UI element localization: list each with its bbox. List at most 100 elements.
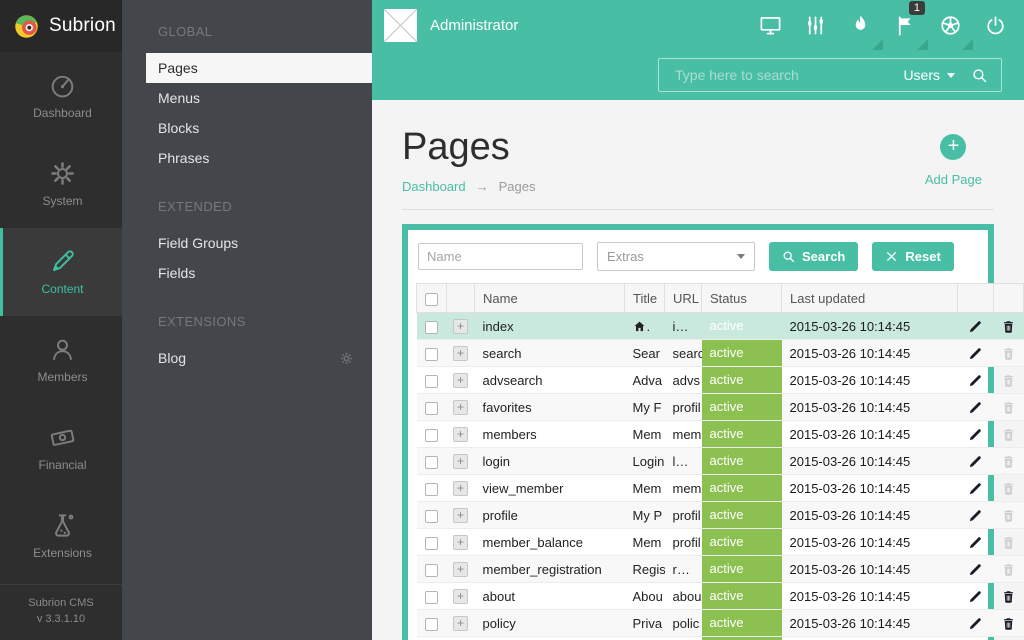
avatar[interactable] bbox=[384, 9, 417, 42]
row-checkbox[interactable] bbox=[425, 537, 438, 550]
menu-item-phrases[interactable]: Phrases bbox=[122, 143, 372, 173]
display-icon[interactable] bbox=[748, 0, 793, 50]
edit-icon[interactable] bbox=[968, 535, 983, 550]
menu-item-blocks[interactable]: Blocks bbox=[122, 113, 372, 143]
sliders-icon[interactable] bbox=[793, 0, 838, 50]
cell-url: mem bbox=[665, 475, 702, 502]
select-all-checkbox[interactable] bbox=[425, 293, 438, 306]
power-icon[interactable] bbox=[973, 0, 1018, 50]
expand-row-button[interactable]: + bbox=[453, 481, 468, 496]
cell-status: active bbox=[702, 313, 782, 340]
expand-row-button[interactable]: + bbox=[453, 535, 468, 550]
row-checkbox[interactable] bbox=[425, 375, 438, 388]
trash-icon[interactable] bbox=[1001, 319, 1016, 334]
breadcrumb: Dashboard → Pages bbox=[402, 179, 994, 194]
row-checkbox[interactable] bbox=[425, 321, 438, 334]
expand-row-button[interactable]: + bbox=[453, 346, 468, 361]
row-checkbox[interactable] bbox=[425, 510, 438, 523]
cell-select bbox=[417, 610, 447, 637]
cell-name: view_member bbox=[475, 475, 625, 502]
table-row: +favoritesMy Fprofilactive2015-03-26 10:… bbox=[417, 394, 1024, 421]
row-checkbox[interactable] bbox=[425, 483, 438, 496]
cell-edit bbox=[958, 313, 994, 340]
edit-icon[interactable] bbox=[968, 373, 983, 388]
brand-logo[interactable]: Subrion bbox=[0, 0, 122, 52]
cell-edit bbox=[958, 340, 994, 367]
globe-icon[interactable] bbox=[928, 0, 973, 50]
trash-icon[interactable] bbox=[1001, 616, 1016, 631]
subrion-logo-icon bbox=[13, 13, 40, 40]
expand-row-button[interactable]: + bbox=[453, 616, 468, 631]
filter-name-input[interactable] bbox=[418, 243, 583, 270]
column-header-blank bbox=[994, 284, 1024, 313]
edit-icon[interactable] bbox=[968, 589, 983, 604]
edit-icon[interactable] bbox=[968, 508, 983, 523]
expand-row-button[interactable]: + bbox=[453, 373, 468, 388]
search-input[interactable] bbox=[659, 67, 903, 83]
row-checkbox[interactable] bbox=[425, 618, 438, 631]
cell-delete bbox=[994, 637, 1024, 640]
edit-icon[interactable] bbox=[968, 562, 983, 577]
cell-edit bbox=[958, 394, 994, 421]
menu-item-field-groups[interactable]: Field Groups bbox=[122, 228, 372, 258]
expand-row-button[interactable]: + bbox=[453, 454, 468, 469]
row-checkbox[interactable] bbox=[425, 591, 438, 604]
flame-icon[interactable] bbox=[838, 0, 883, 50]
row-checkbox[interactable] bbox=[425, 564, 438, 577]
dropdown-caret bbox=[962, 39, 973, 50]
add-page-button[interactable]: + Add Page bbox=[925, 134, 982, 187]
expand-row-button[interactable]: + bbox=[453, 562, 468, 577]
trash-icon[interactable] bbox=[1001, 589, 1016, 604]
breadcrumb-dashboard-link[interactable]: Dashboard bbox=[402, 179, 466, 194]
menu-item-fields[interactable]: Fields bbox=[122, 258, 372, 288]
close-icon bbox=[885, 250, 898, 263]
edit-icon[interactable] bbox=[968, 319, 983, 334]
filter-extras-select[interactable]: Extras bbox=[597, 242, 755, 271]
expand-row-button[interactable]: + bbox=[453, 319, 468, 334]
menu-item-blog[interactable]: Blog bbox=[122, 343, 372, 373]
menu-item-menus[interactable]: Menus bbox=[122, 83, 372, 113]
blog-settings-gear-icon[interactable] bbox=[339, 351, 354, 366]
sidebar-item-content[interactable]: Content bbox=[0, 228, 122, 316]
column-header-blank bbox=[958, 284, 994, 313]
expand-row-button[interactable]: + bbox=[453, 508, 468, 523]
expand-row-button[interactable]: + bbox=[453, 589, 468, 604]
sidebar-item-system[interactable]: System bbox=[0, 140, 122, 228]
edit-icon[interactable] bbox=[968, 427, 983, 442]
sidebar-item-dashboard[interactable]: Dashboard bbox=[0, 52, 122, 140]
sidebar-item-extensions[interactable]: Extensions bbox=[0, 492, 122, 580]
topbar-search-row: Users bbox=[372, 50, 1024, 100]
edit-icon[interactable] bbox=[968, 454, 983, 469]
gear-icon bbox=[49, 160, 76, 187]
search-button[interactable]: Search bbox=[769, 242, 858, 271]
reset-button[interactable]: Reset bbox=[872, 242, 953, 271]
user-name[interactable]: Administrator bbox=[430, 17, 518, 34]
expand-row-button[interactable]: + bbox=[453, 400, 468, 415]
menu-item-label: Menus bbox=[158, 83, 200, 113]
edit-icon[interactable] bbox=[968, 346, 983, 361]
edit-icon[interactable] bbox=[968, 400, 983, 415]
cell-url: t… bbox=[665, 637, 702, 640]
cell-expand: + bbox=[447, 583, 475, 610]
sidebar-item-financial[interactable]: Financial bbox=[0, 404, 122, 492]
row-checkbox[interactable] bbox=[425, 429, 438, 442]
search-icon bbox=[782, 250, 795, 263]
edit-icon[interactable] bbox=[968, 616, 983, 631]
edit-icon[interactable] bbox=[968, 481, 983, 496]
search-icon[interactable] bbox=[971, 67, 988, 84]
flag-icon[interactable]: 1 bbox=[883, 0, 928, 50]
cell-delete bbox=[994, 475, 1024, 502]
cell-edit bbox=[958, 556, 994, 583]
search-scope-dropdown[interactable]: Users bbox=[903, 67, 955, 83]
version-product: Subrion CMS bbox=[4, 596, 118, 612]
cell-status: active bbox=[702, 340, 782, 367]
row-checkbox[interactable] bbox=[425, 456, 438, 469]
cell-edit bbox=[958, 610, 994, 637]
expand-row-button[interactable]: + bbox=[453, 427, 468, 442]
row-checkbox[interactable] bbox=[425, 402, 438, 415]
cell-url: l… bbox=[665, 448, 702, 475]
menu-item-label: Blog bbox=[158, 343, 186, 373]
sidebar-item-members[interactable]: Members bbox=[0, 316, 122, 404]
menu-item-pages[interactable]: Pages bbox=[146, 53, 372, 83]
row-checkbox[interactable] bbox=[425, 348, 438, 361]
